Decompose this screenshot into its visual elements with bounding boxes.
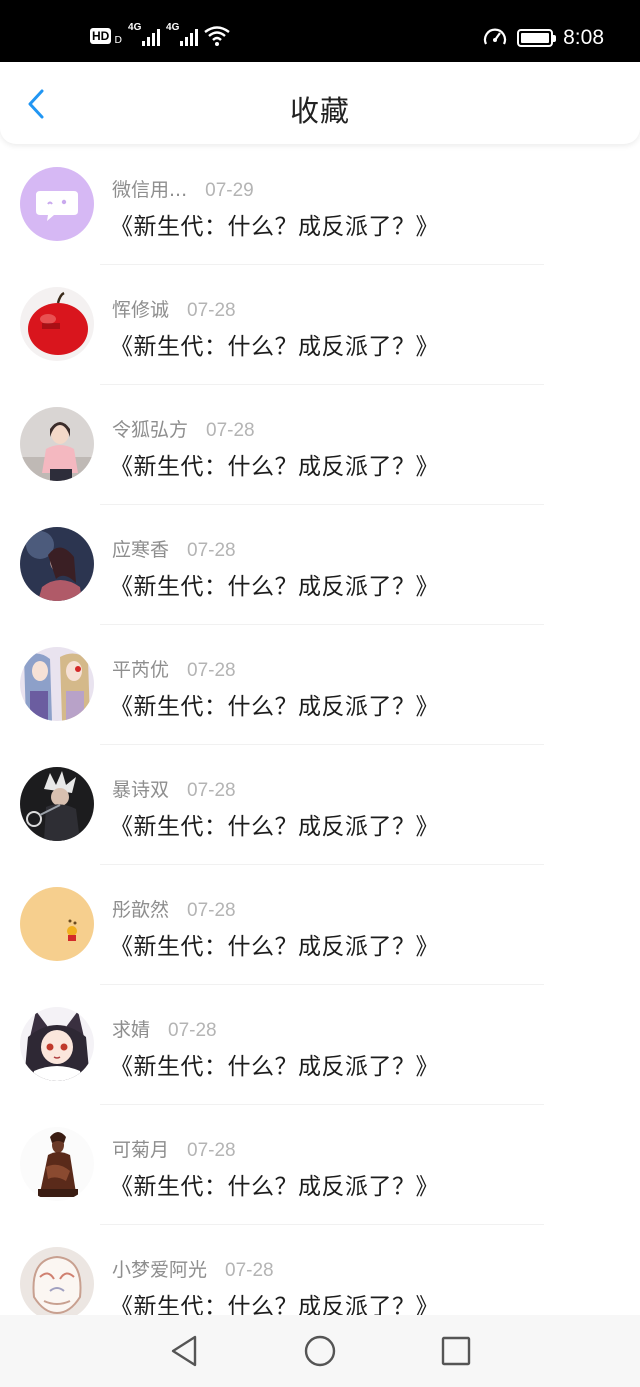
status-left: HD D 4G 4G — [90, 22, 230, 50]
date: 07-28 — [187, 780, 236, 801]
avatar[interactable] — [20, 527, 94, 601]
signal-icon: 4G — [166, 22, 199, 46]
favorites-list: 微信用... 07-29 《新生代：什么？成反派了？》 恽修诚 07-28 《新… — [0, 145, 640, 1345]
system-nav-bar — [0, 1315, 640, 1387]
list-item[interactable]: 微信用... 07-29 《新生代：什么？成反派了？》 — [0, 145, 640, 265]
item-meta: 求婧 07-28 — [112, 1015, 217, 1042]
nav-recents-button[interactable] — [428, 1323, 484, 1379]
speed-gauge-icon — [484, 28, 507, 45]
item-meta: 平芮优 07-28 — [112, 655, 236, 682]
item-title: 《新生代：什么？成反派了？》 — [110, 1174, 439, 1200]
dark-portrait-photo — [20, 527, 94, 601]
battery-icon — [517, 29, 557, 47]
nav-home-button[interactable] — [292, 1323, 348, 1379]
cartoon-bear-photo — [20, 887, 94, 961]
username: 微信用... — [112, 179, 188, 201]
avatar[interactable] — [20, 1247, 94, 1321]
list-item[interactable]: 恽修诚 07-28 《新生代：什么？成反派了？》 — [0, 265, 640, 385]
girl-pink-photo — [20, 407, 94, 481]
date: 07-28 — [187, 540, 236, 561]
triangle-back-icon — [171, 1335, 197, 1367]
statue-photo — [20, 1127, 94, 1201]
username: 恽修诚 — [112, 299, 170, 321]
hd-sub-label: D — [114, 34, 123, 46]
item-meta: 可菊月 07-28 — [112, 1135, 236, 1162]
red-apple-photo — [20, 287, 94, 361]
date: 07-28 — [168, 1020, 217, 1041]
item-meta: 应寒香 07-28 — [112, 535, 236, 562]
avatar[interactable] — [20, 407, 94, 481]
clock: 8:08 — [563, 26, 604, 49]
item-title: 《新生代：什么？成反派了？》 — [110, 814, 439, 840]
avatar[interactable] — [20, 167, 94, 241]
list-item[interactable]: 平芮优 07-28 《新生代：什么？成反派了？》 — [0, 625, 640, 745]
item-title: 《新生代：什么？成反派了？》 — [110, 934, 439, 960]
status-right: 8:08 — [483, 24, 604, 52]
date: 07-28 — [206, 420, 255, 441]
page-title: 收藏 — [289, 94, 350, 128]
item-meta: 小梦爱阿光 07-28 — [112, 1255, 274, 1282]
anime-white-hair-photo — [20, 767, 94, 841]
circle-home-icon — [304, 1335, 336, 1367]
date: 07-29 — [205, 180, 254, 201]
item-title: 《新生代：什么？成反派了？》 — [110, 1054, 439, 1080]
mask-photo — [20, 1247, 94, 1321]
header: 收藏 — [0, 62, 640, 144]
wifi-icon — [204, 26, 230, 46]
date: 07-28 — [187, 1140, 236, 1161]
item-title: 《新生代：什么？成反派了？》 — [110, 574, 439, 600]
item-meta: 微信用... 07-29 — [112, 175, 254, 202]
avatar[interactable] — [20, 647, 94, 721]
status-bar: HD D 4G 4G 8:08 — [0, 0, 640, 62]
avatar[interactable] — [20, 767, 94, 841]
username: 应寒香 — [112, 539, 170, 561]
item-title: 《新生代：什么？成反派了？》 — [110, 454, 439, 480]
list-item[interactable]: 彤歆然 07-28 《新生代：什么？成反派了？》 — [0, 865, 640, 985]
list-item[interactable]: 应寒香 07-28 《新生代：什么？成反派了？》 — [0, 505, 640, 625]
list-item[interactable]: 令狐弘方 07-28 《新生代：什么？成反派了？》 — [0, 385, 640, 505]
nav-back-button[interactable] — [156, 1323, 212, 1379]
square-recents-icon — [441, 1336, 471, 1366]
username: 平芮优 — [112, 659, 170, 681]
date: 07-28 — [187, 900, 236, 921]
list-item[interactable]: 可菊月 07-28 《新生代：什么？成反派了？》 — [0, 1105, 640, 1225]
hd-badge: HD — [90, 28, 112, 44]
item-title: 《新生代：什么？成反派了？》 — [110, 334, 439, 360]
item-meta: 恽修诚 07-28 — [112, 295, 236, 322]
date: 07-28 — [187, 300, 236, 321]
date: 07-28 — [187, 660, 236, 681]
item-title: 《新生代：什么？成反派了？》 — [110, 694, 439, 720]
anime-duo-photo — [20, 647, 94, 721]
date: 07-28 — [225, 1260, 274, 1281]
username: 小梦爱阿光 — [112, 1259, 208, 1281]
item-meta: 令狐弘方 07-28 — [112, 415, 255, 442]
username: 彤歆然 — [112, 899, 170, 921]
username: 令狐弘方 — [112, 419, 189, 441]
avatar[interactable] — [20, 1007, 94, 1081]
signal-icon: 4G — [128, 22, 161, 46]
item-meta: 暴诗双 07-28 — [112, 775, 236, 802]
username: 求婧 — [112, 1019, 151, 1041]
list-item[interactable]: 暴诗双 07-28 《新生代：什么？成反派了？》 — [0, 745, 640, 865]
list-item[interactable]: 求婧 07-28 《新生代：什么？成反派了？》 — [0, 985, 640, 1105]
avatar[interactable] — [20, 887, 94, 961]
avatar[interactable] — [20, 1127, 94, 1201]
anime-catgirl-photo — [20, 1007, 94, 1081]
username: 可菊月 — [112, 1139, 170, 1161]
wechat-bubble-icon — [20, 167, 94, 241]
username: 暴诗双 — [112, 779, 170, 801]
item-title: 《新生代：什么？成反派了？》 — [110, 214, 439, 240]
item-meta: 彤歆然 07-28 — [112, 895, 236, 922]
avatar[interactable] — [20, 287, 94, 361]
